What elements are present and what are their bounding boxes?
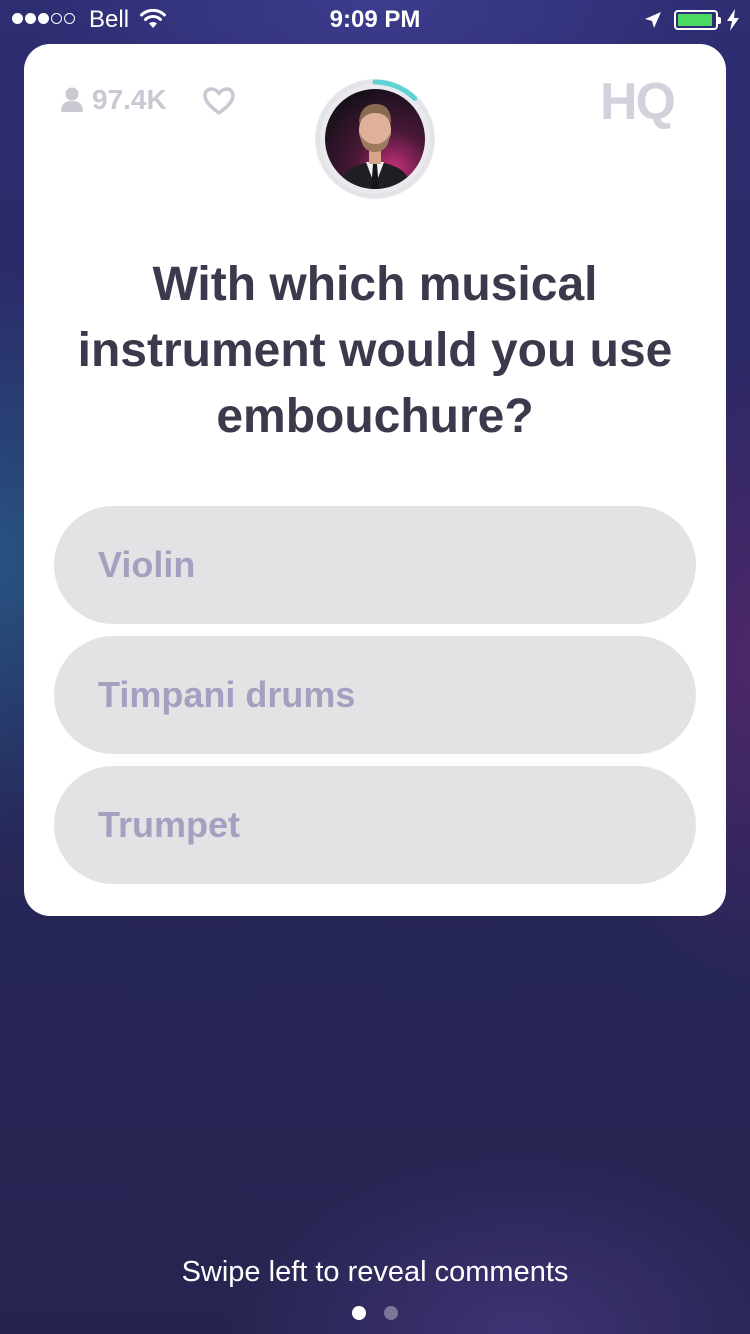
battery-icon: [674, 10, 721, 30]
answer-list: Violin Timpani drums Trumpet: [54, 506, 696, 896]
swipe-hint: Swipe left to reveal comments: [181, 1256, 569, 1288]
hq-logo: HQ: [600, 73, 676, 131]
page-indicator[interactable]: [0, 1306, 750, 1320]
question-text: With which musical instrument would you …: [77, 258, 673, 443]
page-dot-1[interactable]: [352, 1306, 366, 1320]
status-bar: Bell 9:09 PM: [0, 0, 750, 40]
viewer-count: 97.4K: [60, 84, 167, 116]
answer-option-violin[interactable]: Violin: [54, 506, 696, 624]
heart-icon[interactable]: [202, 86, 236, 116]
battery-level: [678, 14, 712, 26]
location-arrow-icon: [645, 12, 661, 28]
host-avatar: [314, 78, 436, 200]
answer-option-timpani-drums[interactable]: Timpani drums: [54, 636, 696, 754]
page-dot-2[interactable]: [384, 1306, 398, 1320]
status-time: 9:09 PM: [329, 6, 421, 33]
question-card: 97.4K HQ With which musical instrument w…: [24, 44, 726, 916]
person-icon: [61, 87, 83, 112]
viewer-count-value: 97.4K: [92, 84, 167, 115]
answer-option-trumpet[interactable]: Trumpet: [54, 766, 696, 884]
charging-bolt-icon: [727, 9, 739, 31]
